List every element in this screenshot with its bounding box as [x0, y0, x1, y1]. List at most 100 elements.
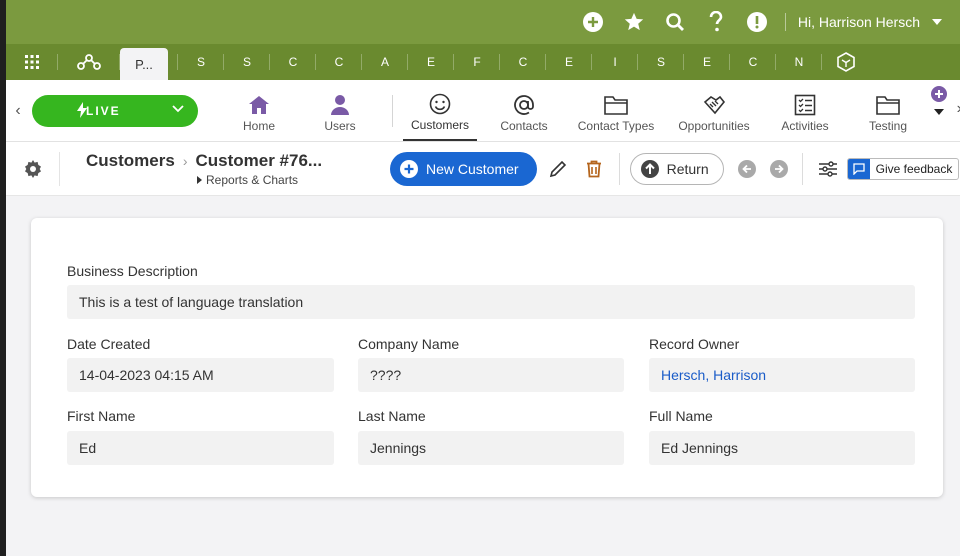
chevron-down-icon: [172, 104, 184, 112]
feedback-icon: [847, 158, 870, 179]
pencil-icon: [549, 160, 566, 177]
divider: [801, 152, 803, 185]
nav-activities[interactable]: Activities: [767, 83, 843, 141]
tab-item[interactable]: N: [776, 44, 822, 80]
arrow-right-icon: [774, 164, 784, 173]
bolt-icon: [77, 101, 87, 118]
tab-item[interactable]: S: [224, 44, 270, 80]
give-feedback-button[interactable]: Give feedback: [846, 157, 960, 180]
live-toggle[interactable]: LIVE: [32, 94, 198, 127]
last-name-field: Jennings: [358, 431, 624, 465]
tab-item[interactable]: E: [684, 44, 730, 80]
company-name-label: Company Name: [358, 336, 460, 352]
plus-circle-icon[interactable]: [581, 10, 605, 34]
app-tab-bar: P... S S C C A E F C E I S E C N: [6, 44, 960, 80]
return-button[interactable]: Return: [629, 152, 724, 185]
nav-contact-types[interactable]: Contact Types: [571, 83, 661, 141]
full-name-field: Ed Jennings: [649, 431, 915, 465]
chevron-right-icon: ›: [182, 152, 188, 169]
previous-record-button[interactable]: [737, 159, 756, 178]
home-icon: [248, 91, 270, 119]
tab-item[interactable]: E: [546, 44, 592, 80]
smiley-icon: [429, 90, 451, 118]
next-record-button[interactable]: [769, 159, 788, 178]
chevron-down-icon: [932, 19, 942, 25]
gear-icon[interactable]: [6, 151, 60, 186]
plus-circle-icon: [400, 159, 418, 178]
breadcrumb: Customers › Customer #76... Reports & Ch…: [86, 151, 390, 187]
page-header: Customers › Customer #76... Reports & Ch…: [6, 142, 960, 196]
page-title: Customer #76...: [195, 150, 323, 170]
nav-home[interactable]: Home: [220, 83, 298, 141]
record-card: Business Description This is a test of l…: [31, 218, 943, 497]
full-name-label: Full Name: [649, 408, 713, 424]
record-owner-label: Record Owner: [649, 336, 740, 352]
app-launcher-icon[interactable]: [6, 44, 58, 80]
nav-row: ‹ LIVE Home Users Customers Contacts Con…: [6, 80, 960, 142]
new-customer-button[interactable]: New Customer: [390, 151, 537, 186]
tab-item[interactable]: A: [362, 44, 408, 80]
sliders-icon: [818, 160, 837, 177]
user-greeting: Hi, Harrison Hersch: [797, 14, 920, 30]
nav-opportunities[interactable]: Opportunities: [661, 83, 767, 141]
user-icon: [331, 91, 349, 119]
tab-item[interactable]: E: [408, 44, 454, 80]
nav-users[interactable]: Users: [298, 83, 382, 141]
nav-contacts[interactable]: Contacts: [477, 83, 571, 141]
alert-icon[interactable]: [745, 10, 769, 34]
trash-icon: [586, 160, 601, 177]
new-customer-label: New Customer: [426, 160, 519, 177]
edit-button[interactable]: [543, 154, 573, 184]
folder-icon: [604, 91, 628, 119]
tab-item[interactable]: S: [638, 44, 684, 80]
star-icon[interactable]: [622, 10, 646, 34]
folder-icon: [876, 91, 900, 119]
divider: [784, 13, 786, 31]
help-icon[interactable]: [704, 10, 728, 34]
tab-item[interactable]: F: [454, 44, 500, 80]
nav-label: Contact Types: [577, 118, 655, 133]
delete-button[interactable]: [579, 154, 609, 184]
tab-item[interactable]: C: [316, 44, 362, 80]
breadcrumb-root[interactable]: Customers: [86, 151, 175, 171]
nav-testing[interactable]: Testing: [843, 83, 933, 141]
company-name-field: ????: [358, 358, 624, 392]
app-frame: Hi, Harrison Hersch P... S S C C A E F C…: [6, 0, 960, 556]
arrow-left-icon: [741, 164, 751, 173]
app-hub-icon[interactable]: [822, 44, 870, 80]
nav-label: Customers: [410, 117, 469, 132]
reports-charts-link[interactable]: Reports & Charts: [197, 173, 390, 187]
reports-charts-label: Reports & Charts: [206, 172, 299, 187]
filter-settings-button[interactable]: [813, 154, 843, 184]
business-description-field: This is a test of language translation: [67, 285, 915, 319]
nav-label: Activities: [781, 118, 829, 133]
tab-item[interactable]: C: [270, 44, 316, 80]
last-name-label: Last Name: [358, 408, 426, 424]
workflow-logo-icon[interactable]: [58, 44, 120, 80]
divider: [618, 152, 620, 185]
nav-customers[interactable]: Customers: [403, 83, 477, 141]
nav-overflow: [926, 86, 952, 132]
search-icon[interactable]: [663, 10, 687, 34]
business-description-label: Business Description: [67, 263, 198, 279]
nav-label: Home: [242, 118, 275, 133]
feedback-label: Give feedback: [875, 161, 953, 176]
user-menu[interactable]: Hi, Harrison Hersch: [798, 14, 942, 30]
nav-label: Contacts: [500, 118, 548, 133]
at-sign-icon: [513, 91, 535, 119]
plus-circle-icon[interactable]: [931, 86, 947, 102]
tab-item[interactable]: S: [178, 44, 224, 80]
tab-active[interactable]: P...: [120, 48, 168, 80]
date-created-field: 14-04-2023 04:15 AM: [67, 358, 334, 392]
nav-label: Users: [324, 118, 356, 133]
arrow-up-circle-icon: [640, 159, 659, 178]
checklist-icon: [794, 91, 816, 119]
first-name-field: Ed: [67, 431, 334, 465]
tab-item[interactable]: I: [592, 44, 638, 80]
tab-item[interactable]: C: [730, 44, 776, 80]
record-owner-link[interactable]: Hersch, Harrison: [649, 358, 915, 392]
caret-down-icon[interactable]: [933, 108, 945, 116]
chevron-left-icon[interactable]: ‹: [6, 102, 30, 120]
caret-right-icon: [197, 175, 202, 184]
tab-item[interactable]: C: [500, 44, 546, 80]
